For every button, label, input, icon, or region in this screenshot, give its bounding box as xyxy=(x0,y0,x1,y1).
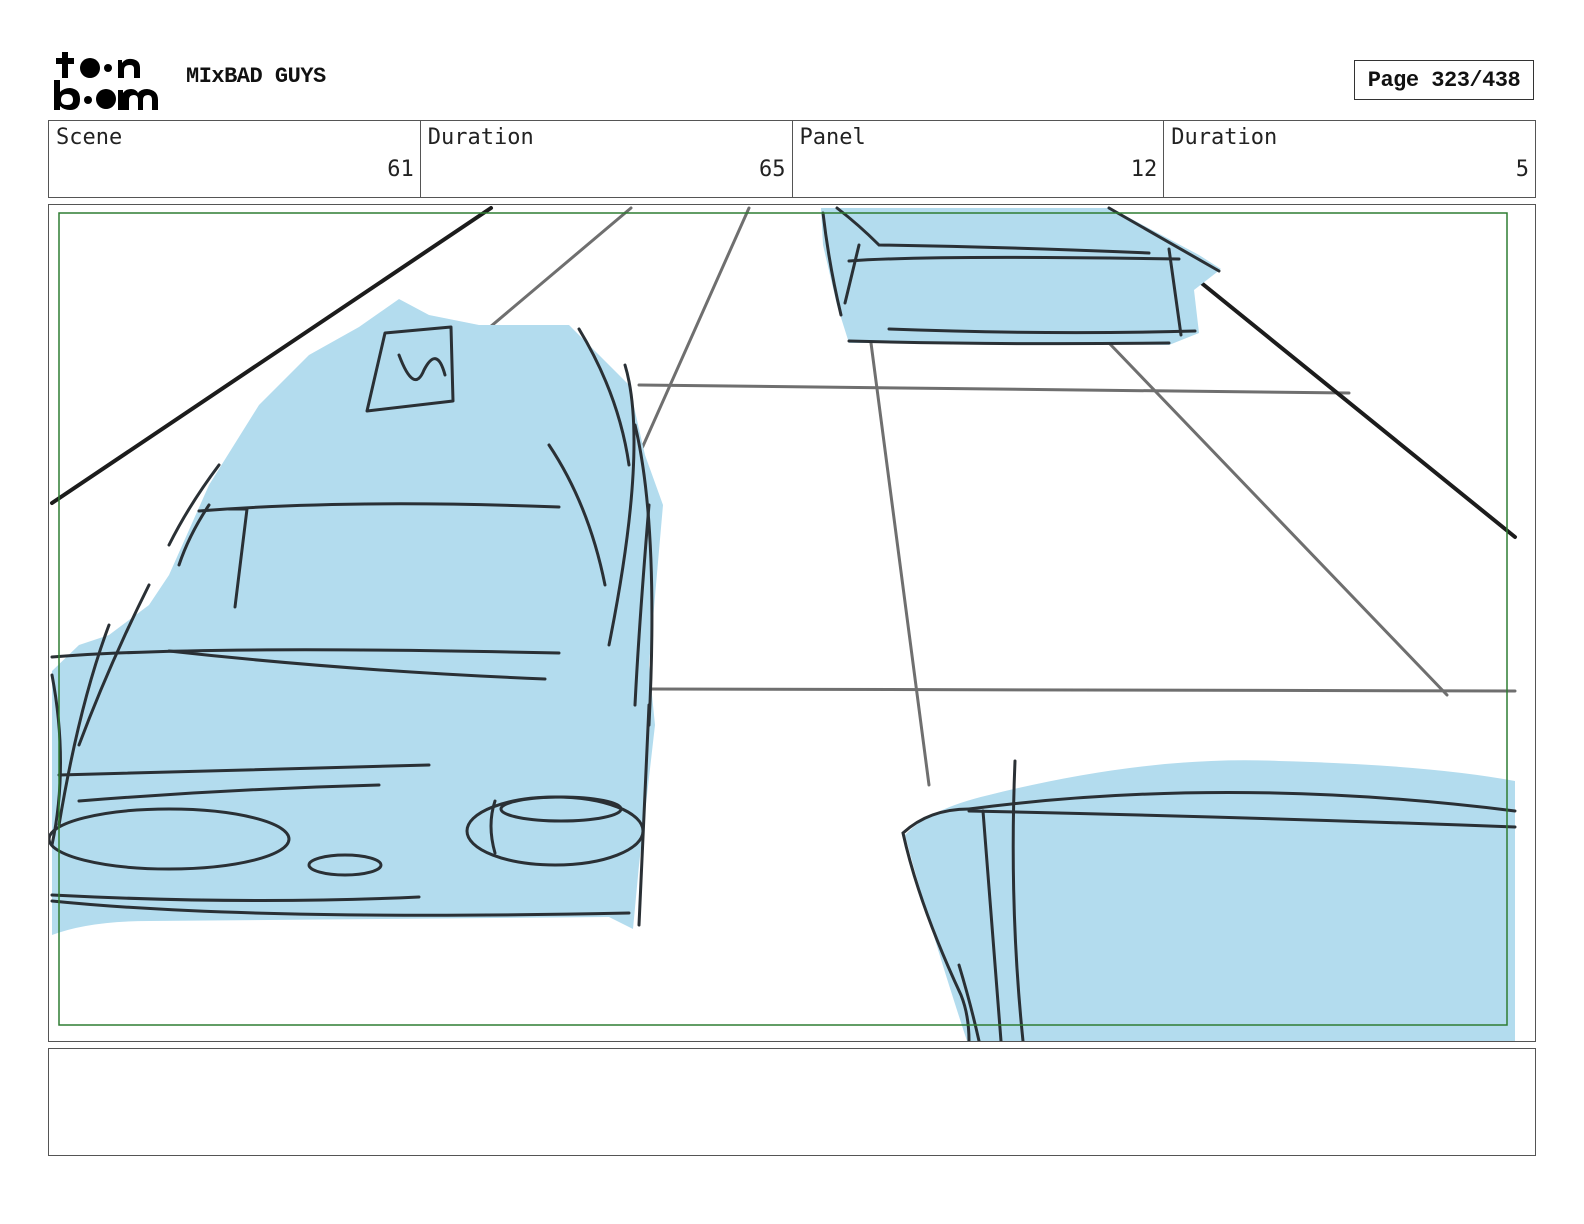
page-indicator: Page 323/438 xyxy=(1354,60,1534,100)
panel-duration-value: 5 xyxy=(1515,157,1529,182)
project-title: MIxBAD GUYS xyxy=(186,64,326,89)
storyboard-panel xyxy=(48,204,1536,1042)
scene-duration-cell: Duration 65 xyxy=(421,121,793,197)
scene-duration-value: 65 xyxy=(759,157,786,182)
hero-car xyxy=(49,299,663,935)
panel-duration-label: Duration xyxy=(1171,125,1278,150)
scene-duration-label: Duration xyxy=(427,125,534,150)
panel-cell: Panel 12 xyxy=(793,121,1165,197)
panel-value: 12 xyxy=(1130,157,1158,182)
scene-value: 61 xyxy=(387,157,414,182)
near-car xyxy=(901,759,1517,1041)
panel-duration-cell: Duration 5 xyxy=(1164,121,1535,197)
far-car xyxy=(821,206,1221,346)
scene-label: Scene xyxy=(56,125,123,150)
panel-label: Panel xyxy=(799,125,866,150)
info-table: Scene 61 Duration 65 Panel 12 Duration 5 xyxy=(48,120,1536,198)
panel-notes xyxy=(48,1048,1536,1156)
toon-boom-logo xyxy=(52,50,164,112)
storyboard-sketch xyxy=(49,206,1517,1041)
scene-cell: Scene 61 xyxy=(49,121,421,197)
